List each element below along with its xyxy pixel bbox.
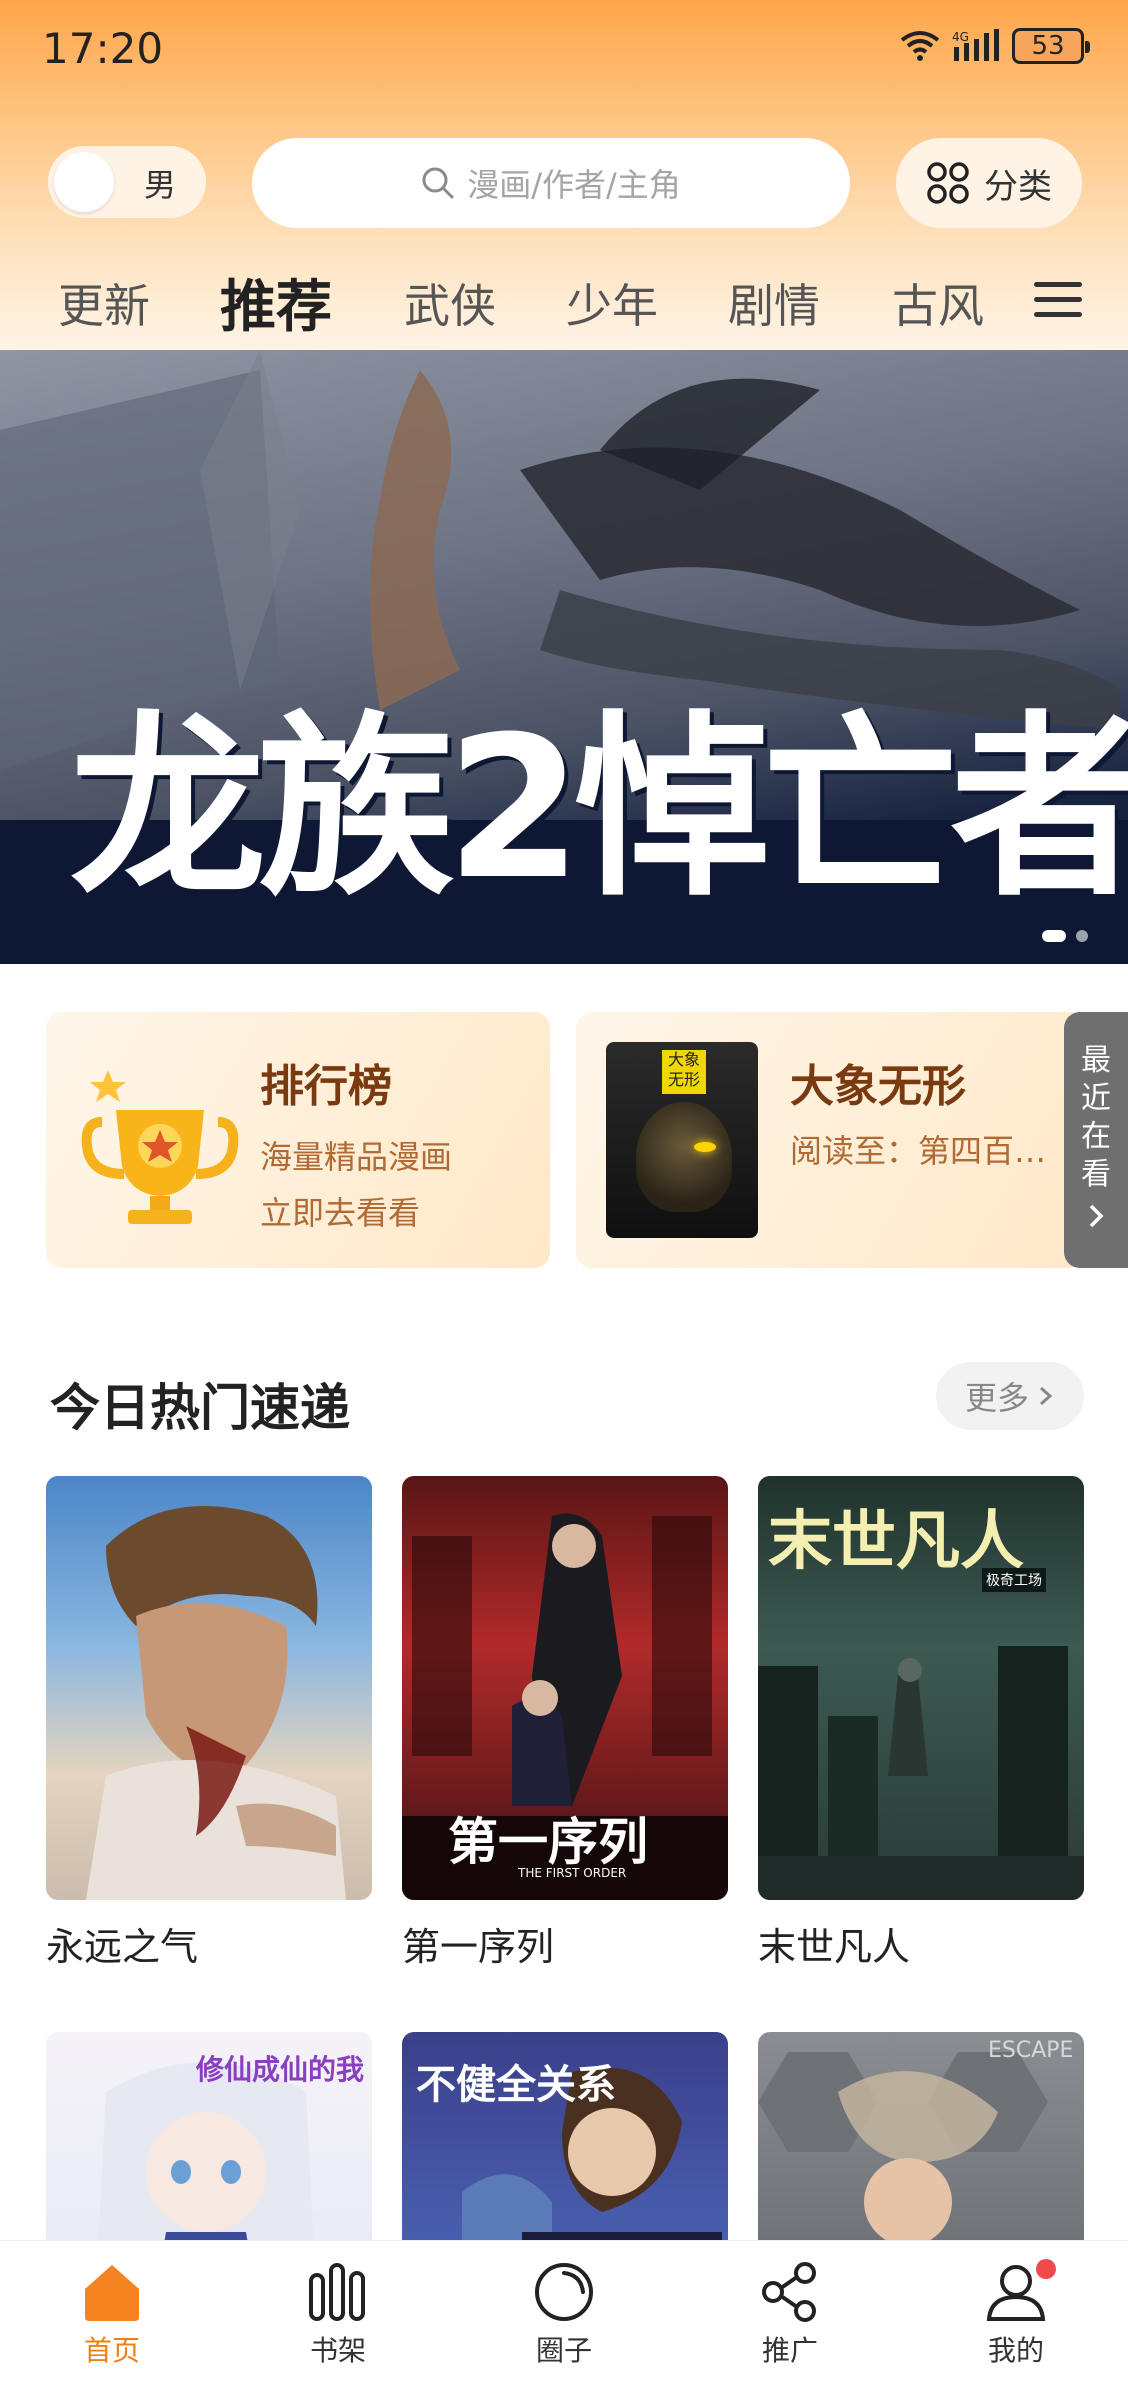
search-icon: [422, 167, 454, 199]
recent-title: 大象无形: [790, 1061, 966, 1112]
comic-item[interactable]: 末世凡人 极奇工场 末世凡人: [758, 1476, 1084, 1971]
tab-update[interactable]: 更新: [58, 270, 150, 336]
ranking-link-text: 立即去看看: [260, 1194, 421, 1232]
status-bar: 17:20 4G 53: [0, 0, 1128, 100]
comic-cover: 末世凡人 极奇工场: [758, 1476, 1084, 1900]
carousel-dot-active: [1042, 930, 1066, 942]
toggle-knob: [54, 152, 114, 212]
cover-character: [636, 1102, 732, 1212]
recent-reading-tab[interactable]: 最近在看: [1064, 1012, 1128, 1268]
tab-wuxia[interactable]: 武侠: [404, 270, 496, 336]
nav-label: 书架: [309, 2334, 366, 2367]
nav-profile[interactable]: 我的: [956, 2259, 1076, 2369]
wifi-icon: [900, 31, 940, 61]
comic-title: 第一序列: [402, 1925, 555, 1969]
comic-title: 永远之气: [46, 1925, 199, 1969]
menu-icon[interactable]: [1034, 280, 1082, 320]
notification-badge: [1036, 2259, 1056, 2279]
cover-title: 第一序列: [448, 1813, 648, 1871]
comic-cover: 第一序列 THE FIRST ORDER: [402, 1476, 728, 1900]
battery-icon: 53: [1012, 28, 1090, 64]
carousel-dot: [1076, 930, 1088, 942]
category-icon: [927, 162, 969, 204]
category-button[interactable]: 分类: [896, 138, 1082, 228]
cover-title: ESCAPE: [988, 2038, 1074, 2063]
share-icon: [762, 2262, 816, 2322]
search-placeholder: 漫画/作者/主角: [467, 166, 681, 204]
comic-item[interactable]: 永远之气: [46, 1476, 372, 1971]
signal-icon: 4G: [952, 29, 999, 61]
chevron-right-icon: [1089, 1204, 1104, 1228]
ranking-subtitle: 海量精品漫画: [260, 1138, 453, 1176]
cover-subtitle: THE FIRST ORDER: [518, 1866, 627, 1880]
cover-glow: [694, 1142, 716, 1152]
recent-reading-card[interactable]: 大象无形 大象无形 阅读至：第四百…: [576, 1012, 1086, 1268]
recent-cover-tag: 大象无形: [662, 1050, 706, 1094]
recent-tab-label: 最近在看: [1081, 1043, 1111, 1192]
banner-carousel[interactable]: 龙族2悼亡者之瞳: [0, 350, 1128, 964]
nav-label: 圈子: [535, 2334, 592, 2367]
carousel-dots: [1042, 930, 1088, 942]
status-time: 17:20: [42, 24, 164, 73]
cover-title: 不健全关系: [416, 2062, 616, 2108]
nav-label: 推广: [761, 2334, 818, 2367]
more-label: 更多: [964, 1379, 1029, 1417]
bookshelf-icon: [309, 2263, 365, 2321]
bottom-navigation: 首页 书架 圈子 推广 我的: [0, 2240, 1128, 2400]
recent-cover-image: 大象无形: [606, 1042, 758, 1238]
banner-title: 龙族2悼亡者之瞳: [70, 695, 1128, 923]
nav-bookshelf[interactable]: 书架: [278, 2261, 398, 2369]
comic-item[interactable]: 第一序列 THE FIRST ORDER 第一序列: [402, 1476, 728, 1971]
nav-circle[interactable]: 圈子: [504, 2261, 624, 2369]
cover-subtitle: 极奇工场: [982, 1568, 1046, 1592]
gender-label: 男: [144, 166, 177, 204]
recent-progress: 阅读至：第四百…: [790, 1132, 1047, 1170]
home-icon: [85, 2265, 139, 2321]
tab-ancient[interactable]: 古风: [892, 270, 984, 336]
nav-home[interactable]: 首页: [52, 2261, 172, 2369]
comic-title: 末世凡人: [758, 1925, 911, 1969]
ranking-title: 排行榜: [260, 1061, 392, 1112]
nav-promote[interactable]: 推广: [730, 2261, 850, 2369]
search-input[interactable]: 漫画/作者/主角: [252, 138, 850, 228]
tab-youth[interactable]: 少年: [566, 270, 658, 336]
gender-toggle[interactable]: 男: [48, 146, 206, 218]
chevron-right-icon: [1040, 1386, 1053, 1406]
cover-title: 修仙成仙的我: [196, 2053, 365, 2086]
tab-drama[interactable]: 剧情: [728, 270, 820, 336]
more-button[interactable]: 更多: [936, 1362, 1084, 1430]
section-title: 今日热门速递: [50, 1379, 350, 1437]
category-label: 分类: [984, 166, 1052, 207]
nav-label: 我的: [987, 2334, 1044, 2367]
trophy-icon: [81, 1070, 239, 1224]
status-icons: 4G 53: [900, 28, 1090, 64]
nav-label: 首页: [83, 2334, 140, 2367]
tab-recommend[interactable]: 推荐: [220, 262, 332, 343]
cover-artwork: [86, 1506, 346, 1900]
ranking-card[interactable]: 排行榜 海量精品漫画 立即去看看: [46, 1012, 550, 1268]
comic-cover: [46, 1476, 372, 1900]
network-label: 4G: [952, 30, 969, 44]
circle-icon: [535, 2263, 593, 2321]
